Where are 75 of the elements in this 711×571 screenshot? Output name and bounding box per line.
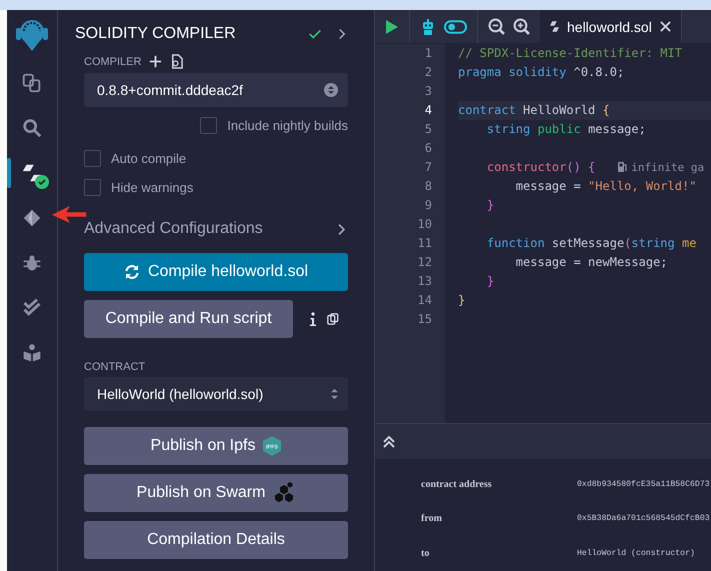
line-number: 1	[424, 45, 433, 62]
files-icon[interactable]	[21, 72, 43, 94]
play-icon[interactable]	[385, 18, 399, 34]
line-number: 10	[416, 216, 433, 233]
section-toggle[interactable]: Advanced Configurations	[84, 220, 263, 238]
gas-pump-icon	[617, 161, 628, 173]
code-line: message = newMessage;	[514, 255, 668, 269]
compiler-label: COMPILER	[84, 56, 142, 68]
line-number: 7	[424, 159, 433, 176]
line-number: 13	[416, 273, 433, 290]
panel-title: SOLIDITY COMPILER	[75, 25, 237, 43]
line-number: 8	[424, 178, 433, 195]
code-line: }	[486, 274, 494, 288]
code-line: contract HelloWorld {	[458, 103, 610, 117]
gas-estimate: infinite ga	[631, 161, 704, 174]
compile-run-button[interactable]: Compile and Run script	[84, 300, 293, 338]
code-line: message = "Hello, World!"	[514, 179, 696, 193]
zoom-out-icon[interactable]	[488, 18, 505, 35]
hexagons-icon	[273, 482, 296, 504]
contract-select[interactable]: HelloWorld (helloworld.sol)	[84, 377, 348, 411]
line-number: 6	[424, 140, 433, 157]
field-value: 0x5B38Da6a701c568545dCfcB03	[577, 514, 710, 524]
double-check-icon[interactable]	[22, 298, 42, 318]
sort-icon	[324, 83, 338, 97]
search-icon[interactable]	[21, 116, 43, 138]
line-number: 12	[416, 254, 433, 271]
file-tab[interactable]: helloworld.sol	[540, 10, 682, 43]
code-line: constructor() {	[486, 160, 596, 174]
field-value: HelloWorld (constructor)	[577, 548, 695, 558]
active-indicator	[7, 158, 11, 188]
file-link-icon[interactable]	[170, 54, 184, 69]
collapse-up-icon[interactable]	[383, 436, 395, 448]
info-icon[interactable]	[309, 311, 317, 327]
line-number: 15	[416, 311, 433, 328]
line-number: 9	[424, 197, 433, 214]
line-number: 14	[416, 292, 433, 309]
code-line: // SPDX-License-Identifier: MIT	[458, 46, 682, 60]
copy-icon[interactable]	[327, 313, 339, 325]
checkbox[interactable]	[200, 117, 218, 134]
zoom-in-icon[interactable]	[513, 18, 530, 35]
success-badge-icon	[35, 175, 49, 189]
line-number: 3	[424, 83, 433, 100]
compile-button[interactable]: Compile helloworld.sol	[84, 253, 348, 291]
checkbox[interactable]	[84, 179, 101, 196]
checkbox[interactable]	[84, 150, 101, 167]
publish-button[interactable]: Publish on Swarm	[84, 474, 348, 512]
sort-icon	[331, 388, 338, 400]
line-number: 11	[416, 235, 433, 252]
field-value: 0xd8b934580fcE35a11B58C6D73	[577, 480, 710, 489]
toggle-icon[interactable]	[444, 20, 467, 34]
code-line: }	[486, 198, 494, 212]
line-number: 4	[424, 102, 433, 119]
line-number: 5	[424, 121, 433, 138]
bug-icon[interactable]	[22, 252, 42, 272]
contract-label: CONTRACT	[84, 361, 146, 373]
solidity-icon	[550, 20, 559, 33]
field-label: from	[420, 513, 443, 524]
code-line: function setMessage(string me	[486, 236, 696, 250]
line-number: 2	[424, 64, 433, 81]
checkbox-label: Auto compile	[111, 151, 186, 166]
check-icon	[308, 27, 322, 41]
plus-icon[interactable]	[149, 55, 162, 68]
code-line: pragma solidity ^0.8.0;	[458, 65, 624, 79]
field-label: contract address	[420, 478, 493, 490]
compiler-version-select[interactable]: 0.8.8+commit.dddeac2f	[84, 73, 348, 107]
field-label: to	[420, 548, 430, 559]
publish-button[interactable]: Compilation Details	[84, 521, 348, 559]
close-icon[interactable]	[660, 21, 671, 32]
code-line: string public message;	[486, 122, 646, 136]
checkbox-label: Hide warnings	[111, 180, 194, 195]
robot-icon[interactable]	[420, 18, 436, 34]
code-line: }	[458, 293, 466, 307]
book-reader-icon[interactable]	[22, 342, 42, 362]
checkbox-label: Include nightly builds	[227, 118, 348, 133]
refresh-icon	[124, 264, 140, 280]
